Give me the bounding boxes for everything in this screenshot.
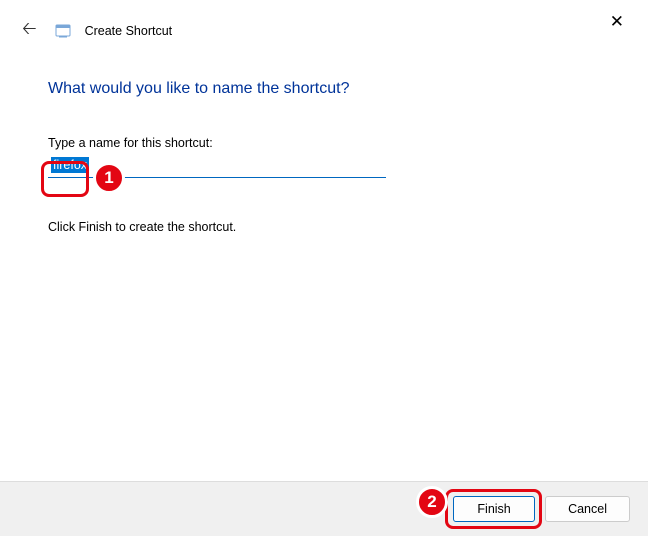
cancel-button[interactable]: Cancel <box>545 496 630 522</box>
window-title: Create Shortcut <box>85 24 173 38</box>
input-label: Type a name for this shortcut: <box>48 136 600 150</box>
content-area: What would you like to name the shortcut… <box>0 48 648 234</box>
footer-bar: Finish Cancel <box>0 481 648 536</box>
close-icon: ✕ <box>610 12 624 31</box>
close-button[interactable]: ✕ <box>600 8 634 36</box>
name-input-container: firefox <box>48 154 386 178</box>
shortcut-name-input[interactable]: firefox <box>48 154 386 178</box>
input-selected-text: firefox <box>51 157 89 173</box>
back-arrow-icon[interactable]: 🡠 <box>18 14 41 48</box>
instruction-text: Click Finish to create the shortcut. <box>48 220 600 234</box>
page-heading: What would you like to name the shortcut… <box>48 80 600 98</box>
wizard-window: ✕ 🡠 Create Shortcut What would you like … <box>0 0 648 536</box>
header-bar: 🡠 Create Shortcut <box>0 0 648 48</box>
finish-button[interactable]: Finish <box>453 496 535 522</box>
shortcut-wizard-icon <box>55 23 71 39</box>
